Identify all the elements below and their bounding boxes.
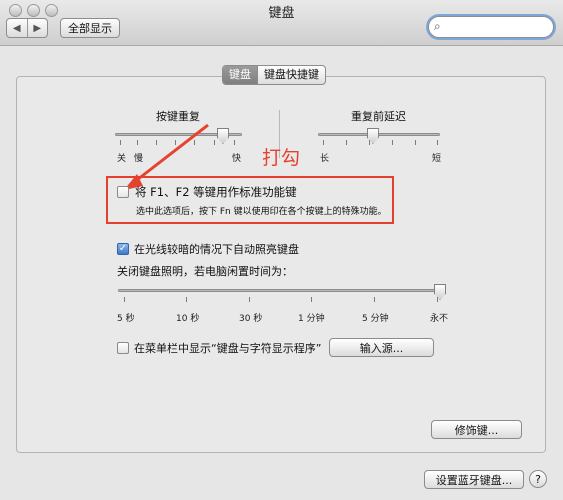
help-icon: ? xyxy=(535,472,541,486)
nav-buttons: ◀ ▶ xyxy=(6,18,48,38)
tab-keyboard[interactable]: 键盘 xyxy=(223,66,257,84)
backlight-off-label: 关闭键盘照明，若电脑闲置时间为： xyxy=(117,265,293,278)
auto-backlight-checkbox[interactable]: ✓ xyxy=(117,243,129,255)
back-icon: ◀ xyxy=(12,22,21,34)
show-all-button[interactable]: 全部显示 xyxy=(60,18,120,38)
tab-keyboard-shortcuts[interactable]: 键盘快捷键 xyxy=(257,66,325,84)
fn-keys-label: 将 F1、F2 等键用作标准功能键 xyxy=(135,185,297,199)
input-sources-button[interactable]: 输入源... xyxy=(329,338,434,357)
checkmark-icon: ✓ xyxy=(118,243,128,254)
repeat-delay-long-label: 长 xyxy=(320,154,330,164)
help-button[interactable]: ? xyxy=(529,470,547,488)
show-in-menubar-label: 在菜单栏中显示“键盘与字符显示程序” xyxy=(134,342,322,355)
idle-tick-5s: 5 秒 xyxy=(117,314,135,324)
search-input[interactable] xyxy=(449,19,551,35)
forward-button[interactable]: ▶ xyxy=(26,19,48,37)
forward-icon: ▶ xyxy=(33,22,42,34)
idle-tick-never: 永不 xyxy=(430,314,449,324)
search-icon: ⌕ xyxy=(434,19,441,33)
repeat-delay-short-label: 短 xyxy=(432,154,442,164)
backlight-idle-track[interactable] xyxy=(118,289,442,292)
repeat-delay-track[interactable] xyxy=(318,133,440,136)
fn-keys-checkbox[interactable] xyxy=(117,186,129,198)
setup-bluetooth-keyboard-button[interactable]: 设置蓝牙键盘... xyxy=(424,470,524,489)
modifier-keys-button[interactable]: 修饰键... xyxy=(431,420,522,439)
tab-bar: 键盘 键盘快捷键 xyxy=(222,65,326,85)
repeat-delay-label: 重复前延迟 xyxy=(351,110,406,123)
key-repeat-slow-label: 慢 xyxy=(134,154,144,164)
key-repeat-label: 按键重复 xyxy=(156,110,200,123)
title-bar: 键盘 ◀ ▶ 全部显示 ⌕ xyxy=(0,0,563,46)
auto-backlight-label: 在光线较暗的情况下自动照亮键盘 xyxy=(134,243,299,256)
key-repeat-off-label: 关 xyxy=(117,154,127,164)
idle-tick-30s: 30 秒 xyxy=(239,314,263,324)
fn-keys-description: 选中此选项后，按下 Fn 键以使用印在各个按键上的特殊功能。 xyxy=(136,207,387,217)
show-in-menubar-checkbox[interactable] xyxy=(117,342,129,354)
back-button[interactable]: ◀ xyxy=(7,19,27,37)
key-repeat-fast-label: 快 xyxy=(232,154,242,164)
idle-tick-10s: 10 秒 xyxy=(176,314,200,324)
annotation-text: 打勾 xyxy=(262,147,301,169)
idle-tick-5min: 5 分钟 xyxy=(362,314,389,324)
idle-tick-1min: 1 分钟 xyxy=(298,314,325,324)
search-field[interactable]: ⌕ xyxy=(428,16,554,38)
